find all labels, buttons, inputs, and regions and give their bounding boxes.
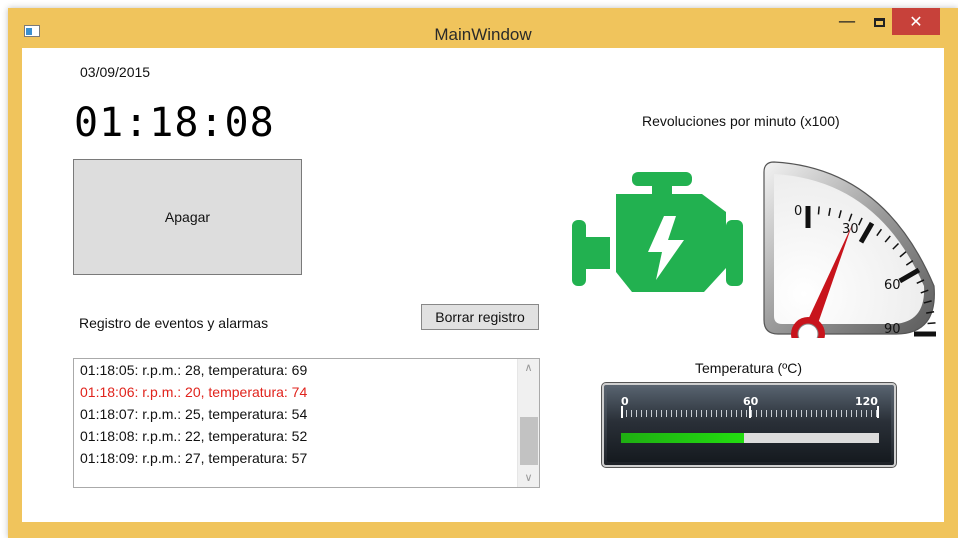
temperature-tick-label: 120 (855, 395, 878, 408)
off-button[interactable]: Apagar (73, 159, 302, 275)
title-bar[interactable]: MainWindow — ✕ (8, 8, 958, 48)
temperature-gauge-face: 0 60 120 (607, 388, 891, 462)
scroll-thumb[interactable] (520, 417, 538, 465)
scroll-up-arrow-icon[interactable]: ∧ (518, 359, 539, 377)
window-title: MainWindow (434, 25, 532, 44)
log-entry[interactable]: 01:18:08: r.p.m.: 22, temperatura: 52 (80, 426, 510, 448)
log-entry[interactable]: 01:18:09: r.p.m.: 27, temperatura: 57 (80, 448, 510, 470)
vertical-scrollbar[interactable]: ∧ ∨ (517, 359, 539, 487)
rpm-minor-tick (817, 206, 820, 215)
temperature-bar-fill (621, 433, 744, 443)
temperature-major-tick (621, 406, 623, 418)
log-label: Registro de eventos y alarmas (79, 315, 269, 331)
scroll-down-arrow-icon[interactable]: ∨ (518, 469, 539, 487)
temperature-major-tick (749, 406, 751, 418)
maximize-button[interactable] (866, 8, 892, 35)
clear-log-button[interactable]: Borrar registro (421, 304, 539, 330)
rpm-tick-label: 60 (884, 278, 901, 293)
rpm-title: Revoluciones por minuto (x100) (642, 113, 840, 129)
log-entry[interactable]: 01:18:07: r.p.m.: 25, temperatura: 54 (80, 404, 510, 426)
log-entries: 01:18:05: r.p.m.: 28, temperatura: 69 01… (80, 360, 510, 470)
maximize-icon (873, 18, 885, 27)
close-button[interactable]: ✕ (892, 8, 940, 35)
temperature-bar-track (621, 433, 879, 443)
event-log-list[interactable]: 01:18:05: r.p.m.: 28, temperatura: 69 01… (73, 358, 540, 488)
engine-icon (572, 172, 743, 292)
rpm-gauge: 0 30 60 90 (763, 161, 936, 338)
rpm-tick-label: 0 (794, 204, 802, 219)
log-entry-alarm[interactable]: 01:18:06: r.p.m.: 20, temperatura: 74 (80, 382, 510, 404)
minimize-button[interactable]: — (834, 8, 860, 35)
rpm-tick-label: 90 (884, 322, 901, 337)
main-window: MainWindow — ✕ 03/09/2015 01:18:08 Apaga… (8, 8, 958, 538)
rpm-minor-tick (927, 322, 936, 325)
temperature-major-tick (877, 406, 879, 418)
date-label: 03/09/2015 (80, 64, 151, 80)
temperature-gauge: 0 60 120 (601, 382, 897, 468)
clock-display: 01:18:08 (74, 100, 275, 146)
client-area: 03/09/2015 01:18:08 Apagar Registro de e… (22, 48, 944, 522)
temperature-title: Temperatura (ºC) (695, 360, 803, 376)
log-entry[interactable]: 01:18:05: r.p.m.: 28, temperatura: 69 (80, 360, 510, 382)
